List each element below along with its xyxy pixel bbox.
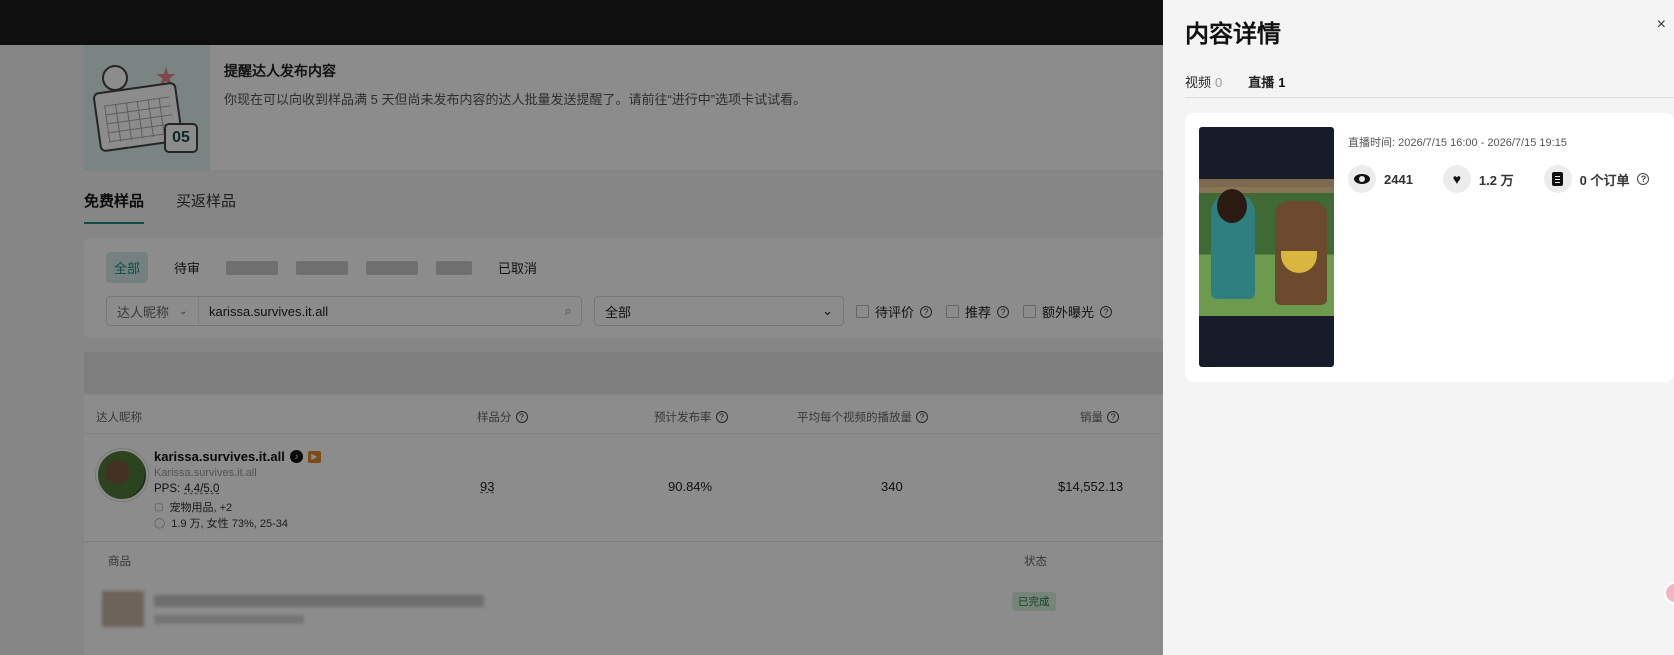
stat-views: 2441 (1348, 165, 1413, 193)
thumbnail-person-head (1217, 189, 1247, 223)
help-icon[interactable]: ? (1637, 173, 1650, 185)
tab-live-count: 1 (1278, 75, 1286, 90)
heart-icon: ♥ (1442, 165, 1471, 193)
tab-video-count: 0 (1215, 75, 1223, 90)
tab-video-label: 视频 (1185, 75, 1212, 90)
clipboard-icon (1543, 165, 1572, 193)
live-content-card: 直播时间: 2026/7/15 16:00 - 2026/7/15 19:15 … (1185, 113, 1674, 382)
tabs-divider (1185, 97, 1674, 98)
eye-icon (1348, 165, 1376, 193)
thumbnail-fence (1199, 187, 1334, 193)
live-stats: 2441 ♥ 1.2 万 0 个订单 ? (1348, 165, 1650, 193)
stat-orders: 0 个订单 ? (1543, 165, 1650, 193)
modal-overlay[interactable] (0, 0, 1163, 655)
views-value: 2441 (1384, 171, 1413, 187)
orders-value: 0 个订单 (1579, 172, 1630, 188)
panel-title: 内容详情 (1185, 21, 1281, 48)
likes-value: 1.2 万 (1478, 172, 1514, 188)
live-time: 直播时间: 2026/7/15 16:00 - 2026/7/15 19:15 (1348, 137, 1567, 149)
close-icon[interactable]: × (1657, 16, 1666, 34)
content-detail-panel: 内容详情 × 视频 0 直播 1 直播时间: 2026/7/15 16:00 - 2… (1163, 0, 1674, 655)
tab-live-label: 直播 (1248, 75, 1275, 90)
live-thumbnail[interactable] (1199, 127, 1334, 367)
stat-likes: ♥ 1.2 万 (1442, 165, 1514, 193)
